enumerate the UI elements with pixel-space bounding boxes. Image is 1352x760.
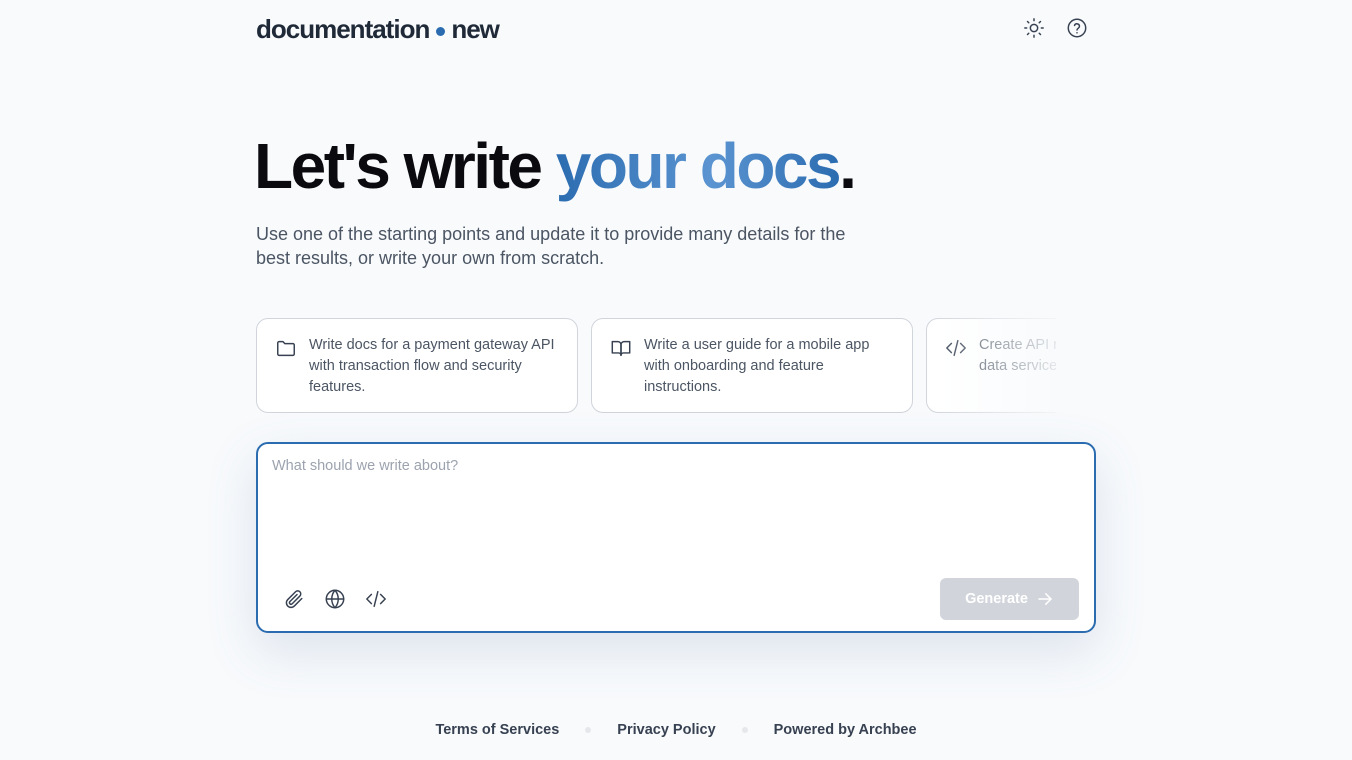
logo-text-right: new (451, 14, 500, 44)
help-button[interactable] (1065, 16, 1089, 40)
prompt-card-text: Create API reference for a weather data … (979, 337, 1056, 374)
attach-button[interactable] (283, 588, 305, 610)
footer-separator (741, 727, 748, 733)
theme-toggle-button[interactable] (1022, 16, 1046, 40)
prompt-input[interactable] (272, 458, 1072, 558)
paperclip-icon (285, 590, 303, 609)
book-open-icon (611, 340, 631, 357)
prompt-card-mobile-guide[interactable]: Write a user guide for a mobile app with… (591, 318, 913, 413)
logo[interactable]: documentation new (256, 14, 500, 45)
web-search-button[interactable] (324, 588, 346, 610)
footer-separator (585, 727, 592, 733)
prompt-suggestions: Write docs for a payment gateway API wit… (256, 318, 1056, 414)
title-start: Let's write (254, 130, 556, 202)
sun-icon (1024, 18, 1044, 38)
code-icon (946, 339, 966, 357)
generate-button[interactable]: Generate (940, 578, 1079, 620)
header-actions (1022, 16, 1089, 40)
folder-icon (277, 340, 295, 357)
footer: Terms of Services Privacy Policy Powered… (0, 722, 1352, 738)
composer: Generate (256, 442, 1096, 633)
help-circle-icon (1067, 18, 1087, 38)
prompt-card-api-reference[interactable]: Create API reference for a weather data … (926, 318, 1056, 413)
terms-link[interactable]: Terms of Services (435, 722, 559, 738)
privacy-link[interactable]: Privacy Policy (617, 722, 715, 738)
globe-icon (325, 589, 345, 609)
logo-dot (436, 27, 446, 36)
page-subtitle: Use one of the starting points and updat… (256, 224, 846, 268)
logo-text-left: documentation (256, 14, 430, 44)
prompt-card-text: Write a user guide for a mobile app with… (644, 337, 870, 395)
prompt-card-payment-api[interactable]: Write docs for a payment gateway API wit… (256, 318, 578, 413)
page: documentation new Let's write your docs.… (0, 0, 1352, 760)
prompt-card-text: Write docs for a payment gateway API wit… (309, 337, 555, 395)
code-icon (366, 590, 386, 608)
archbee-link[interactable]: Powered by Archbee (774, 722, 917, 738)
code-button[interactable] (365, 588, 387, 610)
page-title: Let's write your docs. (254, 128, 857, 204)
composer-tools (283, 588, 387, 610)
title-accent: your docs (555, 130, 842, 202)
arrow-right-icon (1038, 593, 1052, 605)
title-end: . (839, 130, 857, 202)
generate-label: Generate (965, 591, 1028, 607)
